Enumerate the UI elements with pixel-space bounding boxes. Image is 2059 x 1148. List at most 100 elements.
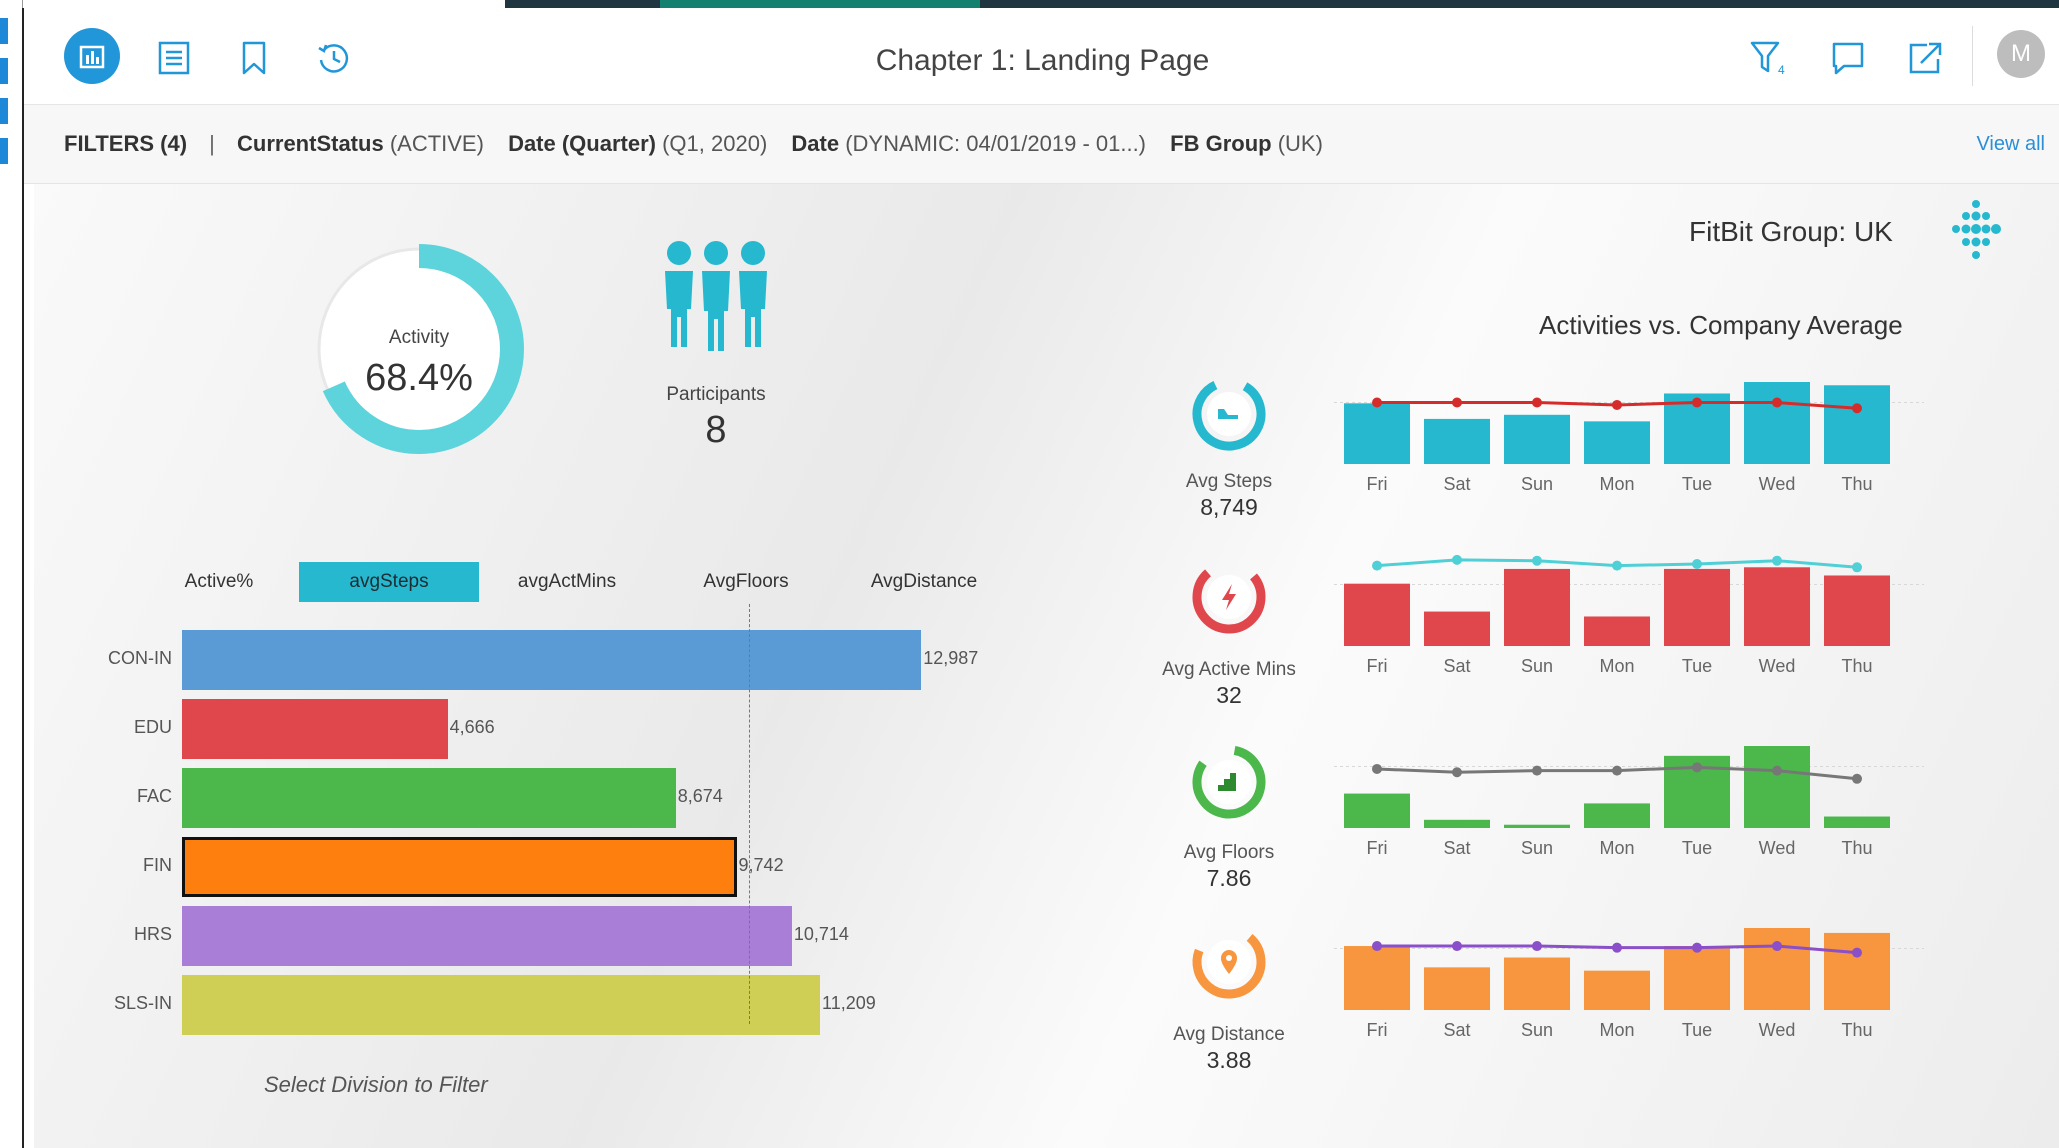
company-average-point[interactable] [1532,397,1542,408]
division-bar-value: 9,742 [738,855,784,875]
mini-chart-day-label: Tue [1682,1020,1712,1040]
tab-active-percent[interactable]: Active% [129,562,309,602]
company-average-point[interactable] [1372,560,1382,571]
tab-avg-floors[interactable]: AvgFloors [656,562,836,602]
division-bar[interactable] [182,975,821,1035]
filter-fb-group[interactable]: FB Group (UK) [1170,131,1341,156]
mini-chart-bar[interactable] [1424,819,1490,828]
mini-chart-day-label: Wed [1759,1020,1796,1040]
division-bar[interactable] [182,837,737,897]
location-pin-icon [1192,925,1266,999]
mini-chart-day-label: Thu [1841,474,1872,494]
division-label: CON-IN [108,648,172,668]
company-average-point[interactable] [1532,941,1542,952]
toolbar: Chapter 1: Landing Page 4 M [24,8,2059,105]
mini-chart-bar[interactable] [1504,824,1570,828]
company-average-point[interactable] [1692,762,1702,773]
division-bar[interactable] [182,699,448,759]
comment-icon[interactable] [1822,32,1874,84]
company-average-point[interactable] [1532,765,1542,776]
background-strip-accent [660,0,980,8]
division-label: HRS [133,924,172,944]
tab-avg-distance[interactable]: AvgDistance [834,562,1014,602]
lightning-icon [1192,560,1266,634]
company-average-point[interactable] [1532,555,1542,566]
mini-chart-day-label: Mon [1599,1020,1634,1040]
kpi-value-floors: 7.86 [1206,865,1252,891]
mini-chart-day-label: Sun [1521,474,1553,494]
activity-donut[interactable] [299,229,539,469]
company-average-point[interactable] [1692,559,1702,569]
mini-chart-bar[interactable] [1824,575,1890,646]
division-bar[interactable] [182,768,676,828]
mini-chart-bar[interactable] [1584,970,1650,1010]
company-average-point[interactable] [1372,397,1382,408]
avatar[interactable]: M [1997,30,2045,78]
mini-chart-bar[interactable] [1584,616,1650,646]
company-average-point[interactable] [1372,763,1382,774]
division-bar[interactable] [182,906,792,966]
filter-name: FB Group [1170,131,1272,156]
filter-current-status[interactable]: CurrentStatus (ACTIVE) [237,131,502,156]
tab-avg-act-mins[interactable]: avgActMins [477,562,657,602]
company-average-point[interactable] [1852,773,1862,784]
mini-chart-day-label: Sun [1521,838,1553,858]
company-average-point[interactable] [1772,765,1782,776]
filter-date-quarter[interactable]: Date (Quarter) (Q1, 2020) [508,131,785,156]
mini-chart-bar[interactable] [1744,567,1810,646]
company-average-point[interactable] [1452,554,1462,565]
company-average-point[interactable] [1772,941,1782,952]
mini-chart-bar[interactable] [1344,403,1410,464]
filter-icon[interactable]: 4 [1742,32,1794,84]
division-bar[interactable] [182,630,922,690]
company-average-point[interactable] [1452,397,1462,408]
company-average-point[interactable] [1692,397,1702,408]
kpi-label-active-mins: Avg Active Mins [1162,659,1296,680]
mini-chart-bar[interactable] [1664,946,1730,1010]
share-icon[interactable] [1900,32,1952,84]
mini-chart-day-label: Wed [1759,656,1796,676]
division-chart-caption: Select Division to Filter [264,1072,488,1097]
mini-chart-bar[interactable] [1744,746,1810,828]
mini-chart: Fri Sat Sun Mon Tue Wed Thu [1334,746,1924,858]
mini-chart-bar[interactable] [1584,803,1650,828]
company-average-point[interactable] [1852,403,1862,414]
company-average-point[interactable] [1692,942,1702,953]
filters-count-label[interactable]: FILTERS (4) [64,131,187,156]
tab-avg-steps[interactable]: avgSteps [299,562,479,602]
filter-date-dynamic[interactable]: Date (DYNAMIC: 04/01/2019 - 01...) [791,131,1164,156]
mini-chart-bar[interactable] [1744,928,1810,1010]
company-average-point[interactable] [1772,397,1782,408]
mini-chart-bar[interactable] [1504,957,1570,1010]
company-average-point[interactable] [1612,560,1622,571]
mini-chart-bar[interactable] [1344,793,1410,828]
mini-chart-bar[interactable] [1424,611,1490,646]
mini-chart-bar[interactable] [1504,414,1570,464]
company-average-point[interactable] [1452,941,1462,952]
division-bar-chart: CON-IN 12,987 EDU 4,666 FAC 8,674 FIN 9,742 HRS 1… [34,604,1034,1044]
mini-chart-bar[interactable] [1504,568,1570,646]
company-average-point[interactable] [1852,947,1862,958]
division-label: SLS-IN [113,993,172,1013]
mini-chart-bar[interactable] [1424,967,1490,1010]
mini-chart-bar[interactable] [1344,946,1410,1010]
mini-chart-day-label: Fri [1367,1020,1388,1040]
filter-bar: FILTERS (4) | CurrentStatus (ACTIVE) Dat… [24,105,2059,184]
mini-chart-bar[interactable] [1824,816,1890,828]
mini-chart-bar[interactable] [1664,568,1730,646]
mini-chart-bar[interactable] [1344,583,1410,646]
mini-chart-bar[interactable] [1424,418,1490,464]
company-average-point[interactable] [1772,555,1782,566]
mini-chart-bar[interactable] [1584,421,1650,464]
company-average-point[interactable] [1452,767,1462,778]
company-average-point[interactable] [1612,765,1622,776]
company-average-point[interactable] [1612,399,1622,410]
company-average-point[interactable] [1612,942,1622,953]
view-all-link[interactable]: View all [1976,133,2045,156]
mini-chart-day-label: Mon [1599,474,1634,494]
company-average-point[interactable] [1372,941,1382,952]
mini-chart-bar[interactable] [1824,932,1890,1010]
mini-chart-bar[interactable] [1824,385,1890,464]
mini-chart-bar[interactable] [1744,382,1810,464]
company-average-point[interactable] [1852,562,1862,573]
